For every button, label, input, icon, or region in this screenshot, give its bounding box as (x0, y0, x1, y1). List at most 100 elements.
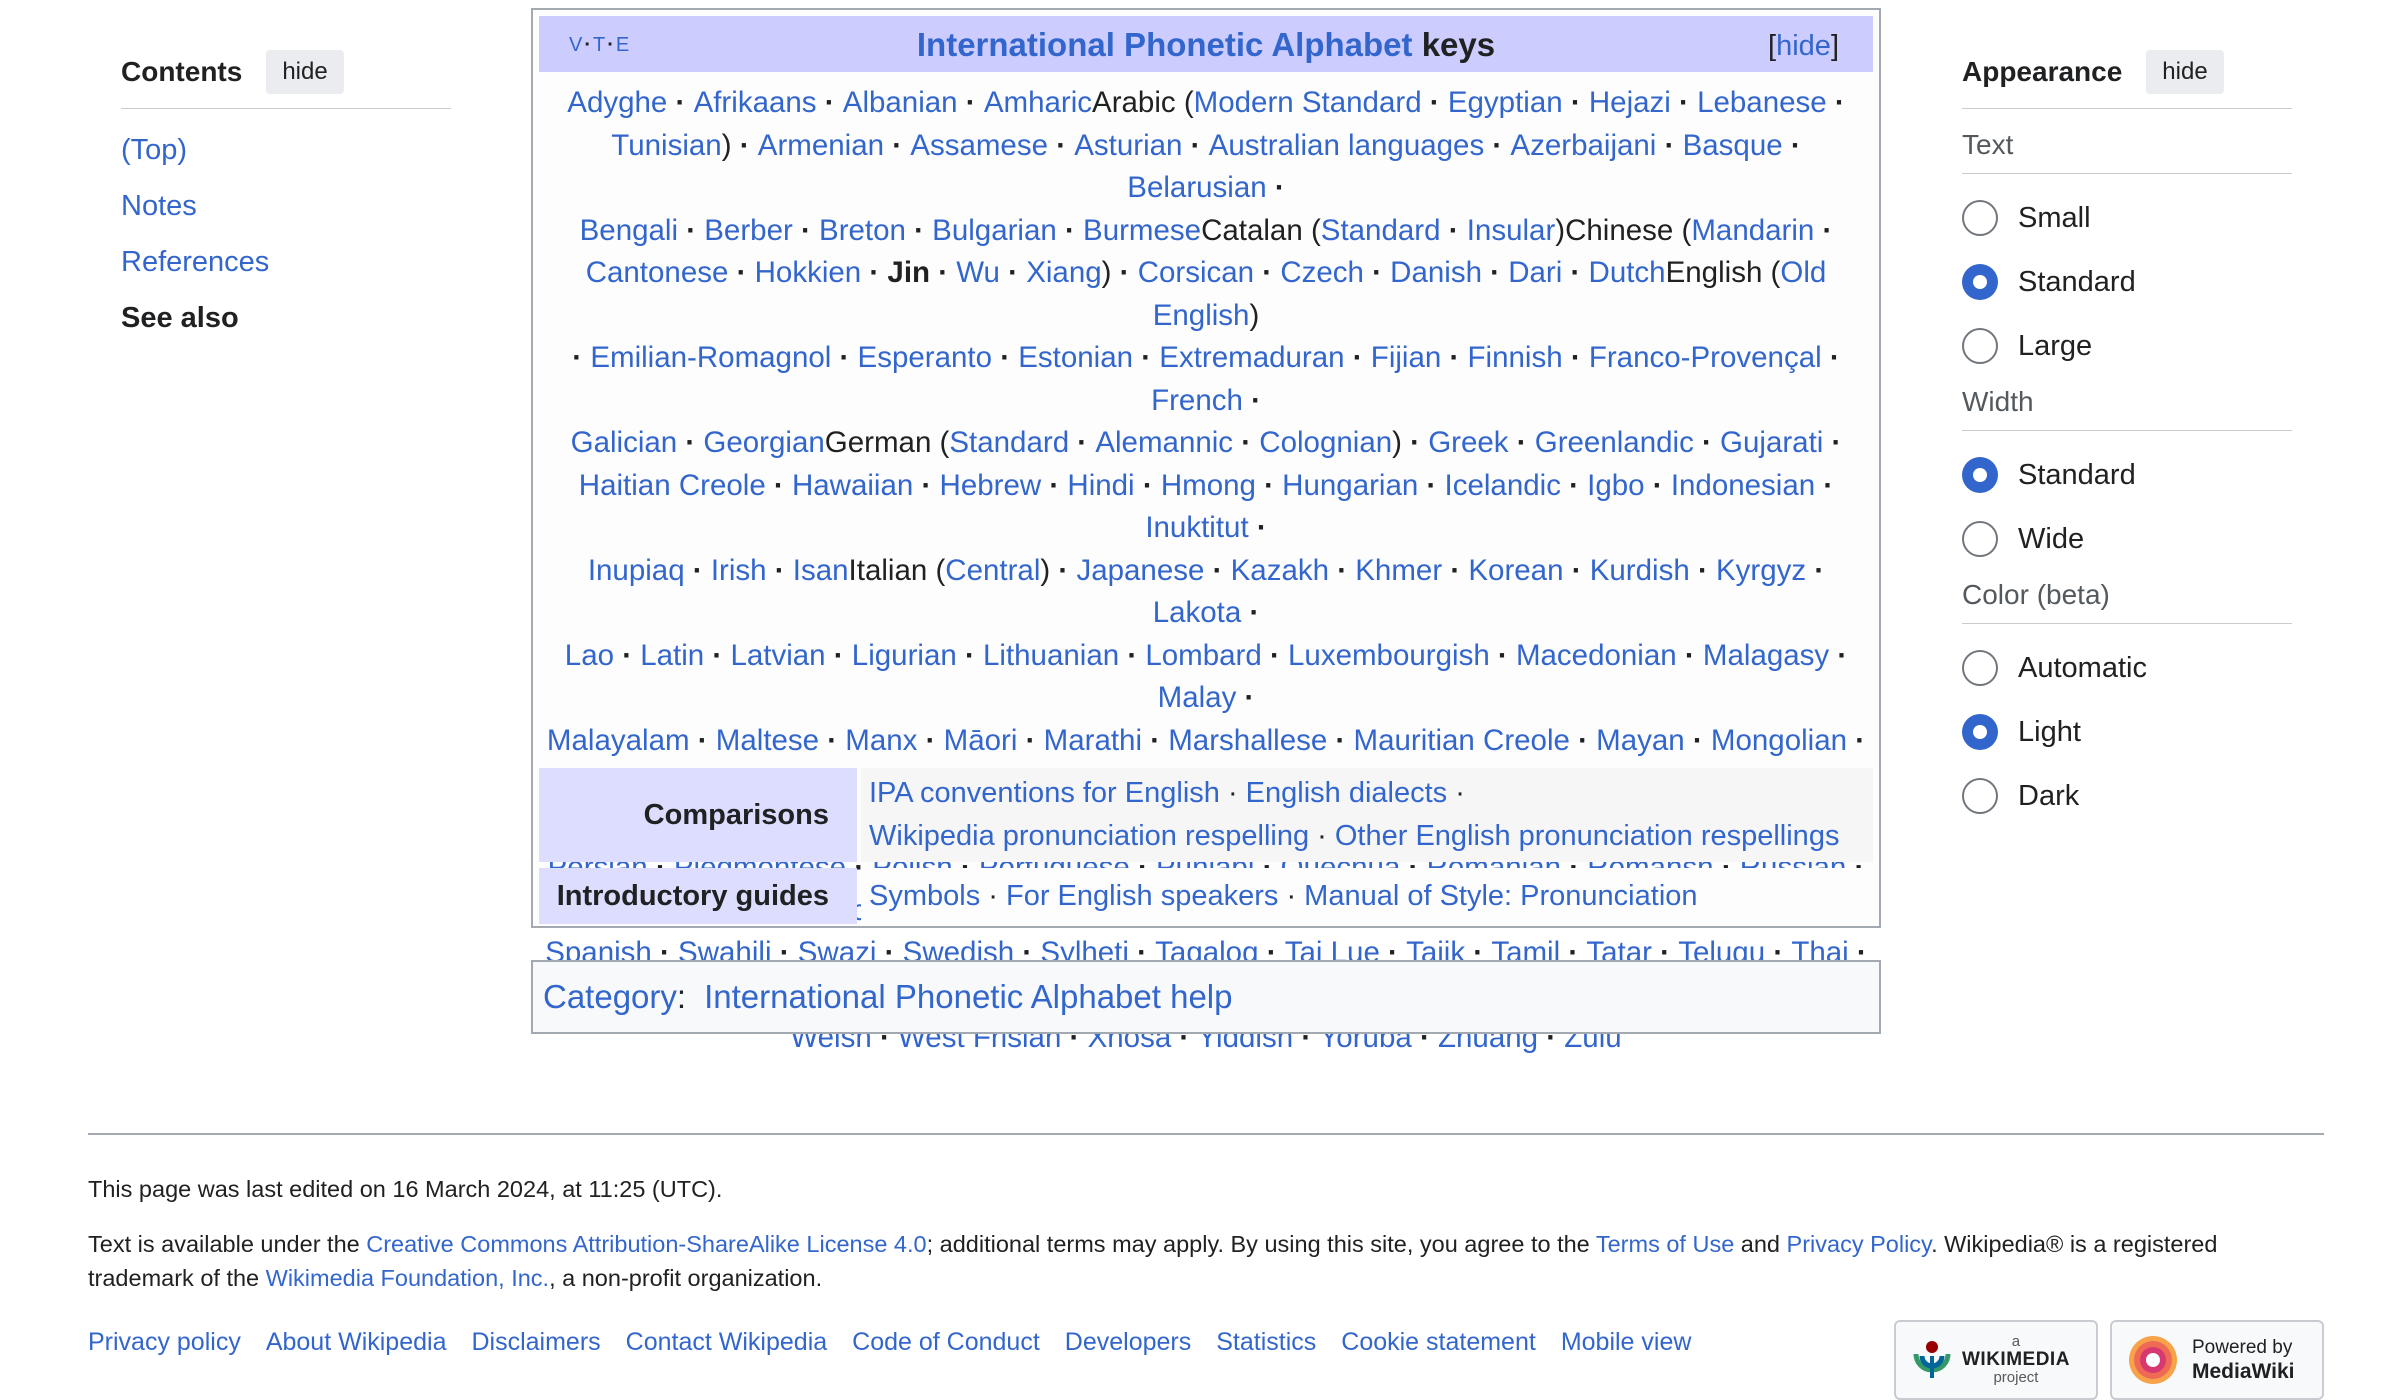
language-link-gujarati[interactable]: Gujarati (1720, 426, 1823, 459)
guide-link-symbols[interactable]: Symbols (869, 880, 980, 912)
language-link-azerbaijani[interactable]: Azerbaijani (1510, 129, 1656, 162)
language-link-breton[interactable]: Breton (819, 214, 906, 247)
language-link-central[interactable]: Central (945, 554, 1040, 587)
width-option-standard[interactable]: Standard (1962, 455, 2292, 495)
footer-link-about-wikipedia[interactable]: About Wikipedia (266, 1328, 447, 1357)
language-link-malay[interactable]: Malay (1158, 681, 1237, 714)
wikimedia-project-badge[interactable]: a WIKIMEDIA project (1894, 1320, 2098, 1400)
language-link-luxembourgish[interactable]: Luxembourgish (1288, 639, 1490, 672)
language-link-malagasy[interactable]: Malagasy (1703, 639, 1829, 672)
text-option-small[interactable]: Small (1962, 198, 2292, 238)
language-link-marshallese[interactable]: Marshallese (1168, 724, 1327, 757)
radio-icon[interactable] (1962, 457, 1998, 493)
language-link-australian-languages[interactable]: Australian languages (1209, 129, 1485, 162)
comparison-link-ipa-conventions-for-english[interactable]: IPA conventions for English (869, 777, 1220, 809)
language-link-wu[interactable]: Wu (956, 256, 1000, 289)
text-option-large[interactable]: Large (1962, 326, 2292, 366)
language-link-emilian-romagnol[interactable]: Emilian-Romagnol (590, 341, 831, 374)
language-link-egyptian[interactable]: Egyptian (1448, 86, 1563, 119)
language-link-mandarin[interactable]: Mandarin (1691, 214, 1814, 247)
language-link-mauritian-creole[interactable]: Mauritian Creole (1354, 724, 1570, 757)
color-option-light[interactable]: Light (1962, 712, 2292, 752)
language-link-asturian[interactable]: Asturian (1074, 129, 1182, 162)
language-link-czech[interactable]: Czech (1280, 256, 1364, 289)
width-option-wide[interactable]: Wide (1962, 519, 2292, 559)
language-link-basque[interactable]: Basque (1683, 129, 1783, 162)
language-link-alemannic[interactable]: Alemannic (1095, 426, 1233, 459)
guide-link-for-english-speakers[interactable]: For English speakers (1006, 880, 1278, 912)
radio-icon[interactable] (1962, 778, 1998, 814)
language-link-kyrgyz[interactable]: Kyrgyz (1716, 554, 1806, 587)
language-link-haitian-creole[interactable]: Haitian Creole (579, 469, 766, 502)
footer-link-contact-wikipedia[interactable]: Contact Wikipedia (626, 1328, 827, 1357)
language-link-franco-provencal[interactable]: Franco-Provençal (1589, 341, 1822, 374)
language-link-xiang[interactable]: Xiang (1026, 256, 1101, 289)
language-link-standard[interactable]: Standard (1321, 214, 1441, 247)
language-link-danish[interactable]: Danish (1390, 256, 1482, 289)
language-link-berber[interactable]: Berber (704, 214, 793, 247)
language-link-kazakh[interactable]: Kazakh (1231, 554, 1329, 587)
radio-icon[interactable] (1962, 328, 1998, 364)
language-link-japanese[interactable]: Japanese (1076, 554, 1204, 587)
powered-by-mediawiki-badge[interactable]: Powered by MediaWiki (2110, 1320, 2324, 1400)
language-link-maltese[interactable]: Maltese (716, 724, 819, 757)
language-link-hawaiian[interactable]: Hawaiian (792, 469, 913, 502)
language-link-tunisian[interactable]: Tunisian (611, 129, 721, 162)
language-link-finnish[interactable]: Finnish (1468, 341, 1563, 374)
footer-link-mobile-view[interactable]: Mobile view (1561, 1328, 1692, 1357)
footer-link-developers[interactable]: Developers (1065, 1328, 1191, 1357)
footer-link-code-of-conduct[interactable]: Code of Conduct (852, 1328, 1040, 1357)
language-link-amharic[interactable]: Amharic (984, 86, 1092, 119)
radio-icon[interactable] (1962, 650, 1998, 686)
license-link-terms-of-use[interactable]: Terms of Use (1596, 1231, 1734, 1257)
language-link-kurdish[interactable]: Kurdish (1590, 554, 1690, 587)
language-link-estonian[interactable]: Estonian (1018, 341, 1133, 374)
language-link-ligurian[interactable]: Ligurian (852, 639, 957, 672)
color-option-dark[interactable]: Dark (1962, 776, 2292, 816)
comparison-link-other-english-pronunciation-respellings[interactable]: Other English pronunciation respellings (1335, 820, 1840, 852)
language-link-esperanto[interactable]: Esperanto (858, 341, 992, 374)
text-option-standard[interactable]: Standard (1962, 262, 2292, 302)
language-link-modern-standard[interactable]: Modern Standard (1194, 86, 1422, 119)
language-link-hokkien[interactable]: Hokkien (755, 256, 862, 289)
language-link-greek[interactable]: Greek (1428, 426, 1508, 459)
language-link-lakota[interactable]: Lakota (1153, 596, 1242, 629)
language-link-assamese[interactable]: Assamese (910, 129, 1048, 162)
guide-link-manual-of-style-pronunciation[interactable]: Manual of Style: Pronunciation (1304, 880, 1697, 912)
language-link-albanian[interactable]: Albanian (843, 86, 958, 119)
language-link-macedonian[interactable]: Macedonian (1516, 639, 1677, 672)
language-link-hebrew[interactable]: Hebrew (940, 469, 1042, 502)
comparison-link-wikipedia-pronunciation-respelling[interactable]: Wikipedia pronunciation respelling (869, 820, 1309, 852)
language-link-hungarian[interactable]: Hungarian (1282, 469, 1418, 502)
language-link-hindi[interactable]: Hindi (1067, 469, 1134, 502)
appearance-hide-button[interactable]: hide (2146, 50, 2224, 94)
language-link-maori[interactable]: Māori (944, 724, 1018, 757)
language-link-hmong[interactable]: Hmong (1161, 469, 1256, 502)
language-link-extremaduran[interactable]: Extremaduran (1159, 341, 1344, 374)
language-link-irish[interactable]: Irish (711, 554, 767, 587)
radio-icon[interactable] (1962, 714, 1998, 750)
category-link[interactable]: International Phonetic Alphabet help (704, 978, 1232, 1016)
language-link-burmese[interactable]: Burmese (1083, 214, 1201, 247)
color-option-automatic[interactable]: Automatic (1962, 648, 2292, 688)
radio-icon[interactable] (1962, 264, 1998, 300)
language-link-standard[interactable]: Standard (949, 426, 1069, 459)
language-link-indonesian[interactable]: Indonesian (1671, 469, 1815, 502)
language-link-insular[interactable]: Insular (1467, 214, 1556, 247)
language-link-lombard[interactable]: Lombard (1145, 639, 1261, 672)
language-link-galician[interactable]: Galician (571, 426, 678, 459)
navbox-title-link[interactable]: International Phonetic Alphabet (917, 26, 1413, 63)
language-link-fijian[interactable]: Fijian (1371, 341, 1442, 374)
toc-item-notes[interactable]: Notes (121, 189, 451, 223)
language-link-greenlandic[interactable]: Greenlandic (1535, 426, 1694, 459)
footer-link-statistics[interactable]: Statistics (1216, 1328, 1316, 1357)
language-link-bulgarian[interactable]: Bulgarian (932, 214, 1057, 247)
language-link-latin[interactable]: Latin (640, 639, 704, 672)
radio-icon[interactable] (1962, 200, 1998, 236)
toc-item-see-also[interactable]: See also (121, 301, 451, 335)
comparison-link-english-dialects[interactable]: English dialects (1246, 777, 1448, 809)
language-link-icelandic[interactable]: Icelandic (1445, 469, 1561, 502)
language-link-belarusian[interactable]: Belarusian (1127, 171, 1266, 204)
language-link-mayan[interactable]: Mayan (1596, 724, 1685, 757)
license-link-privacy-policy[interactable]: Privacy Policy (1787, 1231, 1932, 1257)
